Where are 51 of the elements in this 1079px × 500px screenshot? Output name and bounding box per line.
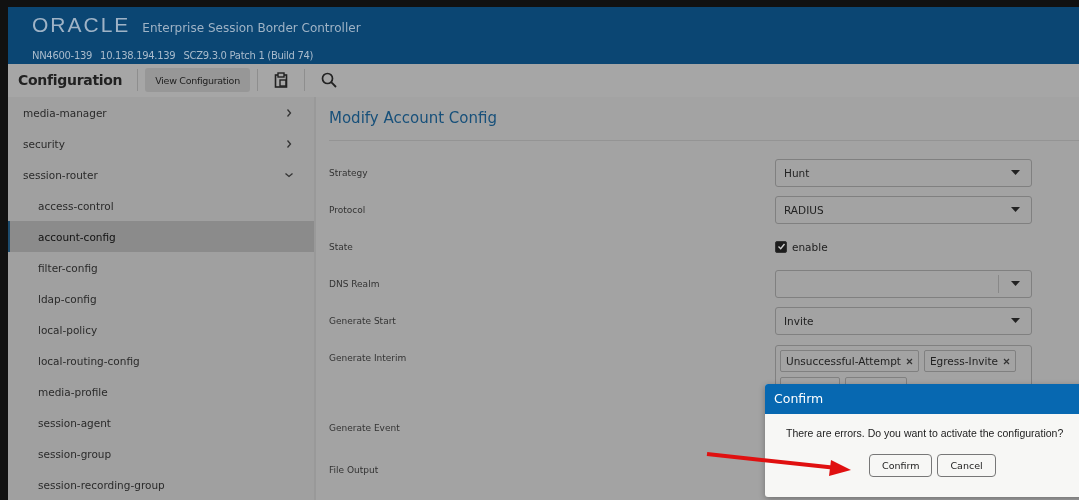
dialog-button[interactable]: Confirm [869, 454, 933, 477]
nav-item[interactable]: security [8, 128, 314, 159]
logo: ORACLE [32, 13, 131, 37]
nav-item[interactable]: local-policy [8, 314, 314, 345]
nav-item[interactable]: access-control [8, 190, 314, 221]
nav-item[interactable]: session-group [8, 438, 314, 469]
product-name: Enterprise Session Border Controller [142, 21, 361, 35]
remove-icon[interactable] [905, 357, 913, 365]
chevron-right-icon [284, 138, 294, 149]
field-label: Strategy [329, 167, 368, 178]
nav-item[interactable]: account-config [8, 221, 314, 252]
tag-chip: Unsuccessful-Attempt [780, 350, 919, 372]
system-info: NN4600-139 [32, 49, 93, 61]
field-label: DNS Realm [329, 278, 380, 289]
select-field[interactable]: Hunt [775, 158, 1032, 187]
field-label: Protocol [329, 204, 366, 215]
dialog-message: There are errors. Do you want to activate the configuration? [786, 427, 1064, 439]
combo-field[interactable] [775, 269, 1032, 298]
checkbox-label: enable [792, 240, 828, 253]
field-label: Generate Start [329, 315, 396, 326]
dialog-title: Confirm [765, 384, 1079, 414]
system-info: 10.138.194.139 [100, 49, 176, 61]
nav-item[interactable]: media-profile [8, 376, 314, 407]
field-label: Generate Event [329, 423, 400, 433]
dialog-button[interactable]: Cancel [937, 454, 996, 477]
form-title: Modify Account Config [329, 108, 498, 129]
tag-chip: Egress-Invite [923, 350, 1016, 372]
page-title: Configuration [18, 72, 123, 89]
checkbox[interactable] [775, 240, 787, 253]
nav-item[interactable]: session-recording-group [8, 469, 314, 500]
field-label: State [329, 241, 353, 252]
search-icon[interactable] [320, 72, 337, 89]
field-label: Generate Interim [329, 352, 407, 363]
nav-item[interactable]: session-agent [8, 407, 314, 438]
field-label: File Output [329, 465, 379, 475]
system-info: SCZ9.3.0 Patch 1 (Build 74) [183, 49, 314, 61]
dropdown-caret-icon [1011, 207, 1020, 212]
dropdown-caret-icon [1011, 170, 1020, 175]
nav-item[interactable]: ldap-config [8, 283, 314, 314]
remove-icon[interactable] [1003, 357, 1010, 365]
select-field[interactable]: RADIUS [775, 195, 1032, 224]
nav-item[interactable]: filter-config [8, 252, 314, 283]
nav-item[interactable]: session-router [8, 159, 314, 190]
nav-item[interactable]: media-manager [8, 97, 314, 128]
nav-item[interactable]: local-routing-config [8, 345, 314, 376]
select-field[interactable]: Invite [775, 306, 1032, 335]
view-configuration-button[interactable]: View Configuration [145, 68, 250, 93]
chevron-right-icon [284, 107, 294, 118]
clipboard-icon[interactable] [273, 72, 288, 89]
dropdown-caret-icon [1011, 318, 1020, 323]
dropdown-caret-icon [1011, 281, 1020, 286]
